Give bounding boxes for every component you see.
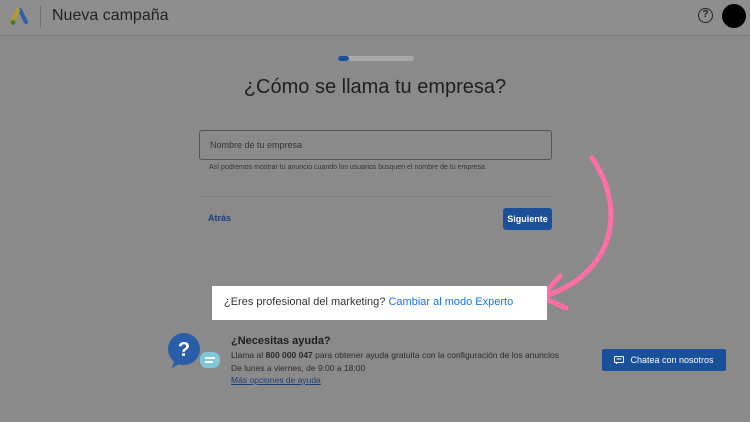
- help-hours: De lunes a viernes, de 9:00 a 18:00: [231, 362, 366, 373]
- expert-question: ¿Eres profesional del marketing?: [224, 296, 386, 308]
- help-chat-bubbles-icon: ?: [168, 333, 220, 368]
- help-bubble-question-mark: ?: [178, 339, 190, 361]
- expert-mode-banner: ¿Eres profesional del marketing? Cambiar…: [212, 286, 547, 320]
- help-text-after: para obtener ayuda gratuita con la confi…: [312, 350, 559, 360]
- help-title: ¿Necesitas ayuda?: [231, 335, 331, 347]
- switch-expert-mode-link[interactable]: Cambiar al modo Experto: [388, 296, 513, 308]
- help-text-before: Llama al: [231, 350, 266, 360]
- arrow-curve: [542, 155, 614, 299]
- chat-button[interactable]: Chatea con nosotros: [602, 349, 726, 371]
- help-text: Llama al 800 000 047 para obtener ayuda …: [231, 349, 591, 374]
- chat-icon: [614, 355, 625, 364]
- chat-button-label: Chatea con nosotros: [630, 355, 714, 365]
- help-phone: 800 000 047: [265, 350, 313, 360]
- more-help-options-link[interactable]: Más opciones de ayuda: [231, 375, 321, 385]
- help-bubble-small-line1: [205, 357, 215, 359]
- help-bubble-small: [200, 352, 220, 368]
- help-bubble-small-line2: [205, 361, 213, 363]
